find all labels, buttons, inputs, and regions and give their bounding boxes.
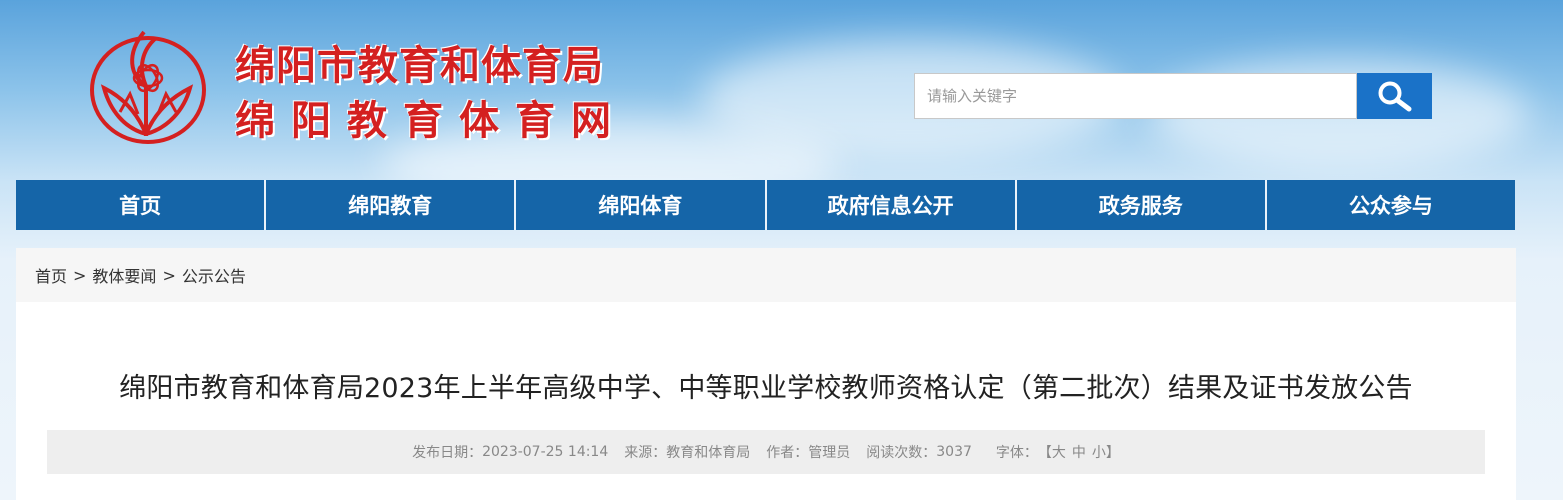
nav-item-home[interactable]: 首页 xyxy=(16,180,267,230)
breadcrumb-news-link[interactable]: 教体要闻 xyxy=(92,263,156,287)
author-label: 作者： xyxy=(766,445,809,461)
site-title-line2: 绵阳教育体育网 xyxy=(235,98,627,144)
views-label: 阅读次数： xyxy=(866,445,937,461)
source-label: 来源： xyxy=(624,445,667,461)
font-bracket-close: 】 xyxy=(1105,445,1120,461)
search-button[interactable] xyxy=(1357,73,1432,119)
publish-date: 2023-07-25 14:14 xyxy=(482,444,609,460)
nav-item-gov-services[interactable]: 政务服务 xyxy=(1017,180,1267,230)
site-logo[interactable] xyxy=(86,24,210,148)
nav-item-gov-info-disclosure[interactable]: 政府信息公开 xyxy=(767,180,1017,230)
breadcrumb-notice-link[interactable]: 公示公告 xyxy=(182,263,246,287)
content-panel: 首页 > 教体要闻 > 公示公告 绵阳市教育和体育局2023年上半年高级中学、中… xyxy=(16,248,1516,500)
views-count: 3037 xyxy=(936,444,972,460)
article-meta: 发布日期： 2023-07-25 14:14 来源： 教育和体育局 作者： 管理… xyxy=(47,430,1485,474)
site-title[interactable]: 绵阳市教育和体育局 绵阳教育体育网 xyxy=(235,40,627,150)
site-header: 绵阳市教育和体育局 绵阳教育体育网 xyxy=(0,0,1563,178)
search-box xyxy=(914,73,1432,119)
nav-item-mianyang-sports[interactable]: 绵阳体育 xyxy=(516,180,767,230)
font-size-small-button[interactable]: 小 xyxy=(1092,442,1106,462)
font-bracket-open: 【 xyxy=(1037,445,1052,461)
source-value: 教育和体育局 xyxy=(666,445,751,461)
article-title: 绵阳市教育和体育局2023年上半年高级中学、中等职业学校教师资格认定（第二批次）… xyxy=(119,373,1413,404)
font-size-medium-button[interactable]: 中 xyxy=(1072,442,1086,462)
breadcrumb-separator: > xyxy=(73,265,87,285)
nav-item-mianyang-education[interactable]: 绵阳教育 xyxy=(266,180,517,230)
breadcrumb-home-link[interactable]: 首页 xyxy=(35,263,67,287)
font-size-large-button[interactable]: 大 xyxy=(1052,442,1066,462)
breadcrumb: 首页 > 教体要闻 > 公示公告 xyxy=(16,248,1516,302)
main-nav: 首页 绵阳教育 绵阳体育 政府信息公开 政务服务 公众参与 xyxy=(16,180,1515,230)
font-size-label: 字体： xyxy=(995,445,1038,461)
search-input[interactable] xyxy=(914,73,1357,119)
search-icon xyxy=(1378,81,1411,112)
nav-item-public-participation[interactable]: 公众参与 xyxy=(1267,180,1515,230)
logo-emblem-icon xyxy=(90,30,206,144)
publish-date-label: 发布日期： xyxy=(412,445,483,461)
author-value: 管理员 xyxy=(808,445,851,461)
site-title-line1: 绵阳市教育和体育局 xyxy=(235,43,604,89)
breadcrumb-separator: > xyxy=(162,265,176,285)
